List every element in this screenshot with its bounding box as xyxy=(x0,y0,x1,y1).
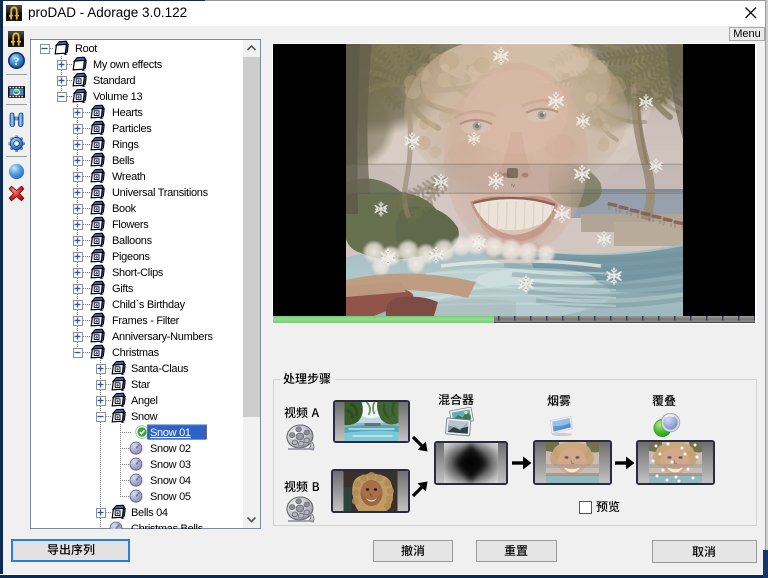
svg-text:Hearts: Hearts xyxy=(112,107,143,119)
svg-text:Angel: Angel xyxy=(131,395,158,407)
svg-text:Pigeons: Pigeons xyxy=(112,251,150,263)
svg-text:Particles: Particles xyxy=(112,123,152,135)
svg-text:Santa-Claus: Santa-Claus xyxy=(131,363,189,375)
svg-text:Snow 05: Snow 05 xyxy=(150,491,191,503)
svg-text:Gifts: Gifts xyxy=(112,283,134,295)
svg-text:Christmas Bells: Christmas Bells xyxy=(131,523,204,529)
svg-text:Snow 02: Snow 02 xyxy=(150,443,191,455)
svg-text:Book: Book xyxy=(112,203,137,215)
svg-text:Bells 04: Bells 04 xyxy=(131,507,168,519)
svg-text:Anniversary-Numbers: Anniversary-Numbers xyxy=(112,331,213,343)
svg-text:?: ? xyxy=(14,54,20,68)
svg-text:Snow 04: Snow 04 xyxy=(150,475,191,487)
svg-text:Snow 03: Snow 03 xyxy=(150,459,191,471)
svg-text:Bells: Bells xyxy=(112,155,135,167)
svg-text:Root: Root xyxy=(75,43,97,55)
svg-text:Christmas: Christmas xyxy=(112,347,160,359)
svg-text:Volume 13: Volume 13 xyxy=(93,91,142,103)
svg-text:Star: Star xyxy=(131,379,151,391)
svg-text:tv: tv xyxy=(511,183,515,189)
svg-text:Rings: Rings xyxy=(112,139,139,151)
svg-text:Child`s Birthday: Child`s Birthday xyxy=(112,299,186,311)
svg-text:Wreath: Wreath xyxy=(112,171,146,183)
svg-text:Frames - Filter: Frames - Filter xyxy=(112,315,180,327)
svg-text:Standard: Standard xyxy=(93,75,135,87)
svg-text:Universal Transitions: Universal Transitions xyxy=(112,187,209,199)
svg-text:Flowers: Flowers xyxy=(112,219,149,231)
svg-text:Snow: Snow xyxy=(131,411,158,423)
svg-text:Short-Clips: Short-Clips xyxy=(112,267,164,279)
svg-text:Balloons: Balloons xyxy=(112,235,153,247)
svg-text:My own effects: My own effects xyxy=(93,59,163,71)
svg-text:Snow 01: Snow 01 xyxy=(150,427,191,439)
